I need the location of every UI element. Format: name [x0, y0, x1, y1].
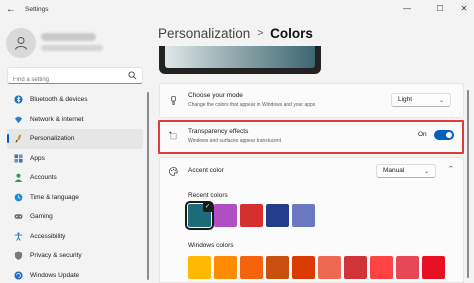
close-button[interactable]: ✕: [457, 3, 471, 15]
back-arrow-icon[interactable]: ←: [6, 4, 18, 16]
theme-preview: [159, 46, 321, 74]
color-swatch[interactable]: [240, 204, 263, 227]
brush-icon: [15, 134, 22, 143]
person-icon: [15, 37, 27, 50]
sidebar-item-label: Personalization: [30, 135, 75, 143]
color-swatch[interactable]: [240, 256, 263, 279]
sidebar-item-label: Network & internet: [30, 115, 84, 123]
sidebar-item-label: Bluetooth & devices: [30, 96, 88, 104]
sidebar-item-windows-update[interactable]: Windows Update: [7, 266, 143, 283]
checkmark-icon: ✓: [203, 203, 212, 212]
sidebar-item-accounts[interactable]: Accounts: [7, 168, 143, 188]
accent-panel: Recent colors ✓ Windows colors: [159, 183, 464, 283]
recent-colors: ✓: [185, 201, 315, 230]
color-swatch[interactable]: [396, 256, 419, 279]
sidebar-item-privacy-security[interactable]: Privacy & security: [7, 246, 143, 266]
sidebar-scrollbar[interactable]: [147, 92, 149, 280]
color-swatch[interactable]: [214, 204, 237, 227]
accessibility-icon: [14, 232, 23, 241]
accent-title: Accent color: [188, 167, 224, 174]
sidebar-item-apps[interactable]: Apps: [7, 149, 143, 169]
globe-clock-icon: [14, 193, 23, 202]
sidebar-item-accessibility[interactable]: Accessibility: [7, 227, 143, 247]
color-swatch[interactable]: [214, 256, 237, 279]
shield-icon: [14, 251, 23, 261]
search-icon: [128, 71, 137, 80]
person-icon: [14, 173, 23, 183]
windows-colors-label: Windows colors: [188, 242, 234, 249]
breadcrumb: Personalization > Colors: [158, 26, 313, 41]
recent-colors-label: Recent colors: [188, 192, 228, 199]
apps-icon: [14, 154, 23, 163]
mode-title: Choose your mode: [188, 92, 243, 99]
color-swatch[interactable]: [318, 256, 341, 279]
breadcrumb-separator: >: [257, 28, 264, 39]
mode-value: Light: [398, 96, 413, 103]
sidebar-item-network[interactable]: Network & internet: [7, 110, 143, 130]
minimize-button[interactable]: —: [400, 3, 414, 15]
color-swatch[interactable]: [292, 256, 315, 279]
sidebar-item-label: Privacy & security: [30, 252, 82, 260]
sidebar-item-time-language[interactable]: Time & language: [7, 188, 143, 208]
palette-icon: [169, 167, 178, 176]
sidebar-item-label: Apps: [30, 154, 45, 162]
sidebar-item-label: Accessibility: [30, 232, 66, 240]
preview-wallpaper: [165, 46, 315, 68]
update-icon: [14, 271, 23, 280]
wifi-icon: [14, 116, 23, 123]
color-swatch[interactable]: [344, 256, 367, 279]
color-swatch[interactable]: [292, 204, 315, 227]
sidebar-nav: Bluetooth & devices Network & internet P…: [7, 90, 143, 283]
breadcrumb-parent[interactable]: Personalization: [158, 26, 250, 41]
color-swatch[interactable]: [188, 256, 211, 279]
sidebar-item-label: Time & language: [30, 193, 79, 201]
sidebar-item-personalization[interactable]: Personalization: [7, 129, 143, 149]
color-swatch[interactable]: [422, 256, 445, 279]
mode-dropdown[interactable]: Light ⌄: [391, 93, 451, 107]
color-swatch[interactable]: [266, 204, 289, 227]
main-scrollbar[interactable]: [467, 90, 469, 278]
blurred-user-name: [41, 33, 96, 41]
gamepad-icon: [14, 214, 23, 219]
search-input[interactable]: [8, 72, 128, 88]
chevron-down-icon: ⌄: [438, 98, 444, 104]
page-title: Colors: [270, 26, 313, 41]
sidebar-item-gaming[interactable]: Gaming: [7, 207, 143, 227]
title-bar: ← Settings — ☐ ✕: [0, 0, 474, 20]
mode-subtitle: Change the colors that appear in Windows…: [188, 102, 316, 108]
app-title: Settings: [25, 6, 49, 13]
sidebar-item-bluetooth[interactable]: Bluetooth & devices: [7, 90, 143, 110]
color-swatch[interactable]: [370, 256, 393, 279]
sidebar-item-label: Accounts: [30, 174, 57, 182]
sidebar-item-label: Gaming: [30, 213, 53, 221]
color-swatch[interactable]: ✓: [185, 201, 214, 230]
color-swatch[interactable]: [266, 256, 289, 279]
accent-value: Manual: [383, 167, 405, 174]
maximize-button[interactable]: ☐: [433, 3, 447, 15]
brush-icon: [171, 96, 176, 105]
avatar[interactable]: [6, 28, 36, 58]
mode-card: Choose your mode Change the colors that …: [159, 83, 464, 118]
accent-dropdown[interactable]: Manual ⌄: [376, 164, 436, 178]
accent-card[interactable]: Accent color Manual ⌄ ⌃: [159, 157, 464, 184]
chevron-down-icon: ⌄: [423, 169, 429, 175]
sidebar-item-label: Windows Update: [30, 271, 80, 279]
blurred-user-email: [41, 45, 103, 51]
highlight-box: [158, 120, 464, 154]
search-box[interactable]: [7, 67, 143, 88]
bluetooth-icon: [14, 95, 23, 104]
windows-colors: [188, 256, 445, 279]
chevron-up-icon[interactable]: ⌃: [448, 165, 456, 173]
